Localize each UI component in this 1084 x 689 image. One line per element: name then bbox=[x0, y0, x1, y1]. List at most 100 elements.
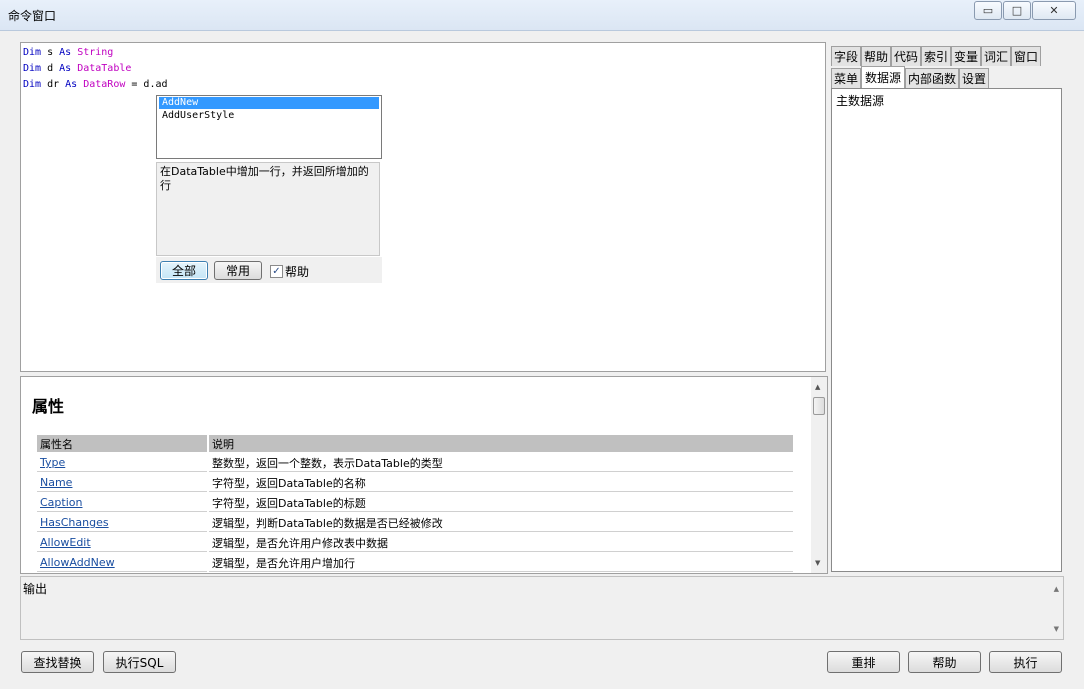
code-identifier: dr bbox=[41, 79, 66, 90]
scroll-thumb[interactable] bbox=[813, 397, 825, 415]
property-desc: 逻辑型，是否允许用户增加行 bbox=[209, 554, 793, 572]
tab-label: 代码 bbox=[893, 50, 918, 64]
minimize-button[interactable]: ▭ bbox=[974, 1, 1002, 20]
property-link[interactable]: Caption bbox=[40, 496, 82, 509]
scroll-up-icon[interactable]: ▲ bbox=[815, 383, 820, 391]
code-identifier: d bbox=[41, 63, 60, 74]
property-desc: 整数型，返回一个整数，表示DataTable的类型 bbox=[209, 454, 793, 472]
all-button[interactable]: 全部 bbox=[160, 261, 208, 280]
tab-internal-functions[interactable]: 内部函数 bbox=[905, 68, 959, 88]
tree-item[interactable]: 主数据源 bbox=[836, 92, 884, 109]
table-header: 属性名 说明 bbox=[37, 435, 793, 452]
help-scrollbar[interactable]: ▲ ▼ bbox=[811, 377, 827, 573]
tab-label: 窗口 bbox=[1013, 50, 1038, 64]
autocomplete-toolbar: 全部 常用 ✓ 帮助 bbox=[156, 257, 382, 283]
tab-settings[interactable]: 设置 bbox=[959, 68, 989, 88]
all-button-label: 全部 bbox=[171, 264, 196, 278]
datasource-tree[interactable]: 主数据源 bbox=[831, 88, 1062, 572]
autocomplete-list[interactable]: AddNew AddUserStyle bbox=[156, 95, 382, 159]
scroll-down-icon[interactable]: ▼ bbox=[815, 559, 820, 567]
column-header: 说明 bbox=[209, 435, 793, 452]
minimize-icon: ▭ bbox=[982, 4, 994, 17]
tab-label: 帮助 bbox=[863, 50, 888, 64]
tab-label: 设置 bbox=[961, 72, 986, 86]
table-row: HasChanges 逻辑型，判断DataTable的数据是否已经被修改 bbox=[37, 514, 793, 532]
tab-label: 词汇 bbox=[983, 50, 1008, 64]
common-button[interactable]: 常用 bbox=[214, 261, 262, 280]
property-desc: 逻辑型，是否允许用户修改表中数据 bbox=[209, 534, 793, 552]
property-link[interactable]: Type bbox=[40, 456, 65, 469]
code-keyword: As bbox=[65, 79, 78, 90]
property-link[interactable]: Name bbox=[40, 476, 72, 489]
tab-label: 变量 bbox=[953, 50, 978, 64]
find-replace-button[interactable]: 查找替换 bbox=[21, 651, 94, 673]
scroll-down-icon[interactable]: ▼ bbox=[1054, 625, 1059, 633]
tab-label: 内部函数 bbox=[907, 72, 956, 86]
exec-sql-button[interactable]: 执行SQL bbox=[103, 651, 176, 673]
scroll-up-icon[interactable]: ▲ bbox=[1054, 585, 1059, 593]
code-keyword: Dim bbox=[23, 47, 42, 58]
tab-vocabulary[interactable]: 词汇 bbox=[981, 46, 1011, 66]
window-title: 命令窗口 bbox=[8, 9, 57, 23]
code-keyword: As bbox=[59, 47, 72, 58]
tab-fields[interactable]: 字段 bbox=[831, 46, 861, 66]
autocomplete-item[interactable]: AddNew bbox=[159, 97, 379, 109]
execute-button[interactable]: 执行 bbox=[989, 651, 1062, 673]
code-keyword: Dim bbox=[23, 63, 42, 74]
column-header: 属性名 bbox=[37, 435, 207, 452]
property-link[interactable]: HasChanges bbox=[40, 516, 109, 529]
right-panel: 字段 帮助 代码 索引 变量 词汇 窗口 菜单 数据源 内部函数 设置 主数据源 bbox=[831, 44, 1063, 574]
title-bar: 命令窗口 ▭ □ ✕ bbox=[0, 0, 1084, 31]
close-button[interactable]: ✕ bbox=[1032, 1, 1076, 20]
check-icon: ✓ bbox=[272, 266, 281, 277]
tab-code[interactable]: 代码 bbox=[891, 46, 921, 66]
tab-index[interactable]: 索引 bbox=[921, 46, 951, 66]
code-type: DataTable bbox=[71, 63, 132, 74]
code-line-3: Dim dr As DataRow = d.ad bbox=[23, 77, 168, 93]
output-pane[interactable]: 输出 ▲ ▼ bbox=[20, 576, 1064, 640]
tab-variables[interactable]: 变量 bbox=[951, 46, 981, 66]
tab-menu[interactable]: 菜单 bbox=[831, 68, 861, 88]
common-button-label: 常用 bbox=[225, 264, 250, 278]
button-label: 执行 bbox=[1013, 655, 1038, 670]
tab-label: 菜单 bbox=[833, 72, 858, 86]
button-label: 查找替换 bbox=[33, 655, 82, 670]
tab-label: 字段 bbox=[833, 50, 858, 64]
property-table: 属性名 说明 Type 整数型，返回一个整数，表示DataTable的类型 Nam… bbox=[35, 433, 795, 573]
code-type: DataRow bbox=[77, 79, 126, 90]
code-line-2: Dim d As DataTable bbox=[23, 61, 168, 77]
maximize-button[interactable]: □ bbox=[1003, 1, 1031, 20]
code-identifier: s bbox=[41, 47, 60, 58]
close-icon: ✕ bbox=[1049, 4, 1059, 17]
code-keyword: Dim bbox=[23, 79, 42, 90]
maximize-icon: □ bbox=[1011, 4, 1023, 17]
help-heading: 属性 bbox=[32, 397, 65, 416]
tab-window[interactable]: 窗口 bbox=[1011, 46, 1041, 66]
help-checkbox-label: 帮助 bbox=[285, 265, 310, 279]
table-row: Caption 字符型，返回DataTable的标题 bbox=[37, 494, 793, 512]
code-keyword: As bbox=[59, 63, 72, 74]
code-editor[interactable]: Dim s As String Dim d As DataTable Dim d… bbox=[20, 42, 826, 372]
code-type: String bbox=[71, 47, 114, 58]
button-label: 执行SQL bbox=[115, 655, 164, 670]
table-row: AllowEdit 逻辑型，是否允许用户修改表中数据 bbox=[37, 534, 793, 552]
autocomplete-description: 在DataTable中增加一行，并返回所增加的行 bbox=[156, 162, 380, 256]
button-label: 帮助 bbox=[932, 655, 957, 670]
property-link[interactable]: AllowAddNew bbox=[40, 556, 115, 569]
property-desc: 逻辑型，判断DataTable的数据是否已经被修改 bbox=[209, 514, 793, 532]
tab-label: 数据源 bbox=[864, 71, 901, 85]
help-button[interactable]: 帮助 bbox=[908, 651, 981, 673]
help-checkbox[interactable]: ✓ bbox=[270, 265, 283, 278]
property-desc: 字符型，返回DataTable的标题 bbox=[209, 494, 793, 512]
reorder-button[interactable]: 重排 bbox=[827, 651, 900, 673]
help-pane: 属性 属性名 说明 Type 整数型，返回一个整数，表示DataTable的类型 … bbox=[20, 376, 828, 574]
code-lines: Dim s As String Dim d As DataTable Dim d… bbox=[23, 45, 168, 93]
window-controls: ▭ □ ✕ bbox=[973, 1, 1076, 20]
tab-datasource[interactable]: 数据源 bbox=[861, 66, 905, 88]
button-label: 重排 bbox=[851, 655, 876, 670]
autocomplete-item[interactable]: AddUserStyle bbox=[159, 110, 379, 122]
property-link[interactable]: AllowEdit bbox=[40, 536, 91, 549]
code-line-1: Dim s As String bbox=[23, 45, 168, 61]
table-row: AllowAddNew 逻辑型，是否允许用户增加行 bbox=[37, 554, 793, 572]
tab-help[interactable]: 帮助 bbox=[861, 46, 891, 66]
